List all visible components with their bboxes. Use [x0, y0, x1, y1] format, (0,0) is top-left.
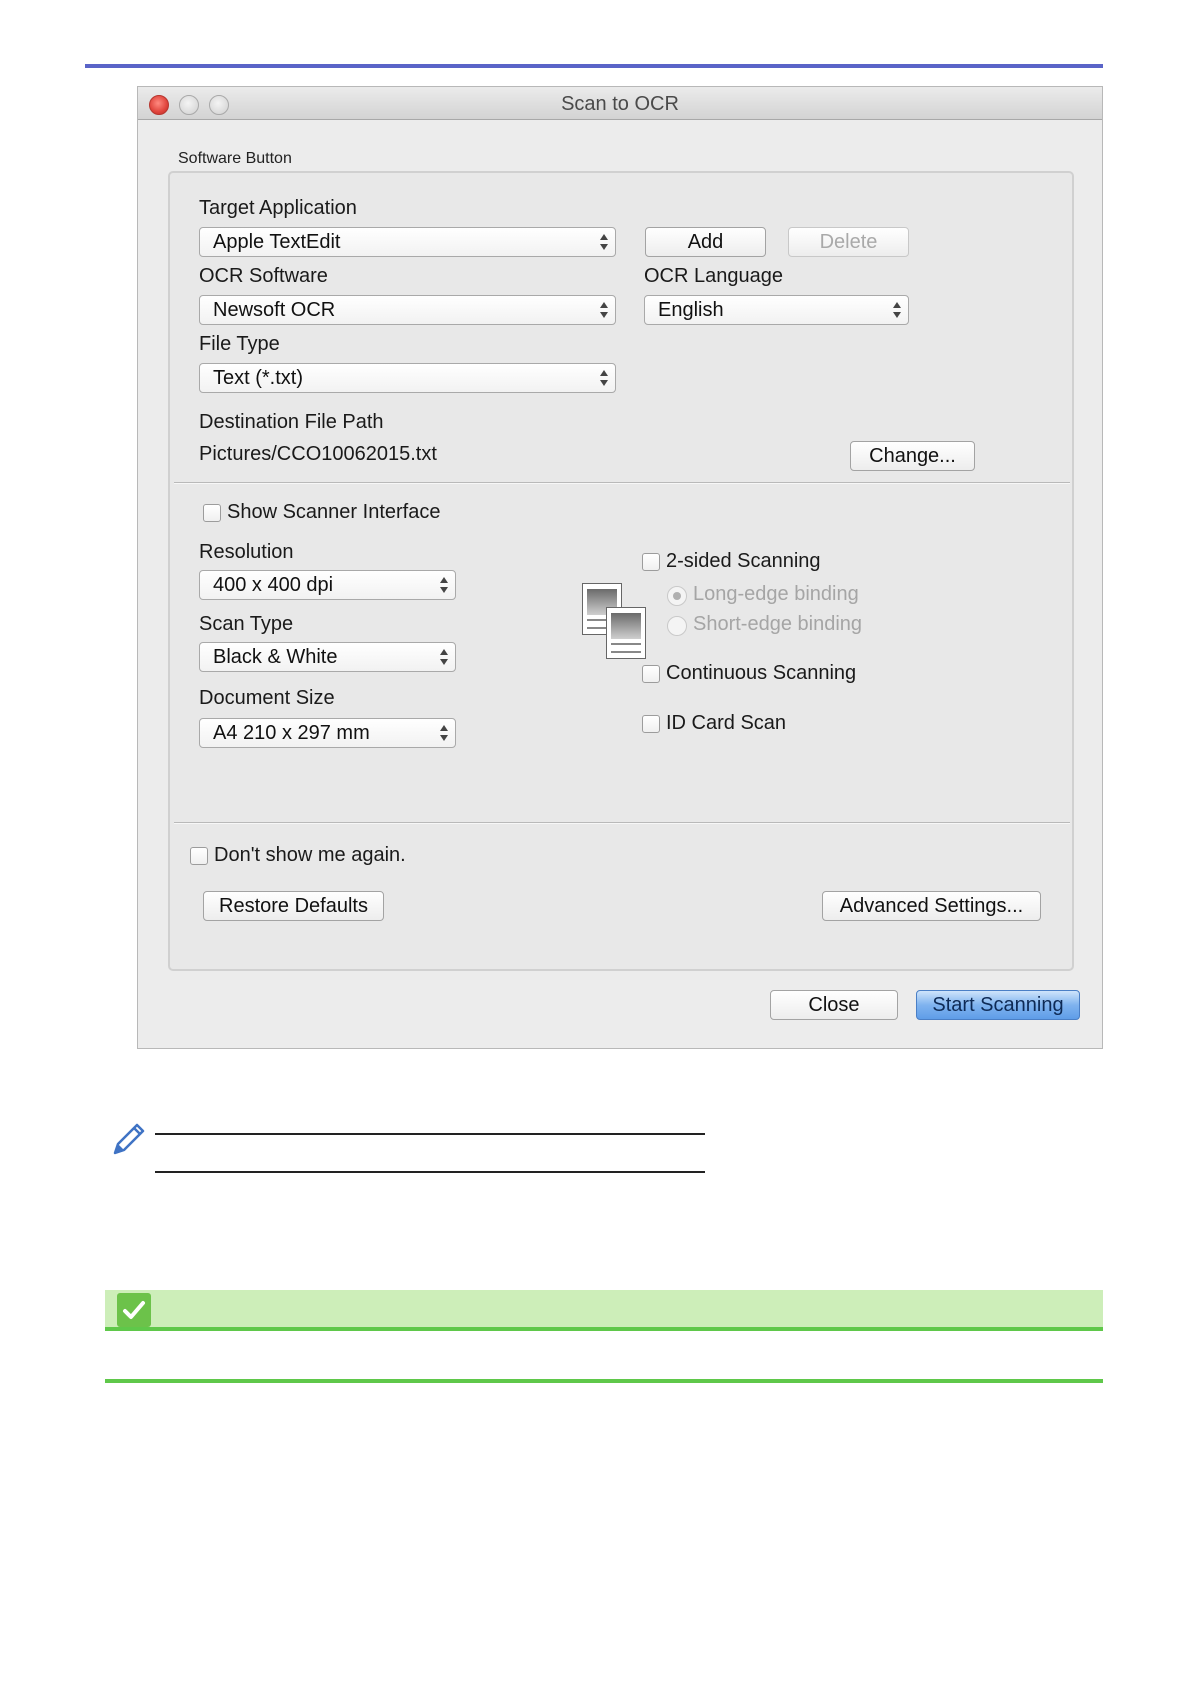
- checkmark-icon: [117, 1293, 151, 1327]
- note-top-rule: [155, 1133, 705, 1135]
- id-card-scan-checkbox[interactable]: [642, 715, 660, 733]
- dont-show-again-label: Don't show me again.: [214, 844, 406, 866]
- advanced-settings-button[interactable]: Advanced Settings...: [822, 891, 1041, 921]
- duplex-pages-icon: [582, 583, 648, 661]
- ocr-software-label: OCR Software: [199, 265, 328, 287]
- resolution-value: 400 x 400 dpi: [213, 574, 334, 596]
- software-button-group: Target Application Apple TextEdit Add De…: [168, 171, 1074, 971]
- target-application-value: Apple TextEdit: [213, 231, 341, 253]
- target-application-label: Target Application: [199, 197, 357, 219]
- select-arrows-icon: [893, 301, 901, 319]
- file-type-label: File Type: [199, 333, 280, 355]
- continuous-scanning-checkbox[interactable]: [642, 665, 660, 683]
- id-card-scan-label: ID Card Scan: [666, 712, 787, 734]
- short-edge-binding-label: Short-edge binding: [693, 613, 863, 635]
- ocr-language-select[interactable]: English: [644, 295, 909, 325]
- select-arrows-icon: [440, 576, 448, 594]
- resolution-select[interactable]: 400 x 400 dpi: [199, 570, 456, 600]
- resolution-label: Resolution: [199, 541, 294, 563]
- long-edge-binding-label: Long-edge binding: [693, 583, 859, 605]
- scan-type-label: Scan Type: [199, 613, 294, 635]
- dont-show-again-checkbox[interactable]: [190, 847, 208, 865]
- document-size-value: A4 210 x 297 mm: [213, 722, 370, 744]
- long-edge-binding-radio[interactable]: [667, 586, 687, 606]
- document-size-select[interactable]: A4 210 x 297 mm: [199, 718, 456, 748]
- note-bottom-rule: [155, 1171, 705, 1173]
- show-scanner-interface-label: Show Scanner Interface: [227, 501, 441, 523]
- title-bar: Scan to OCR: [138, 87, 1102, 120]
- scan-type-select[interactable]: Black & White: [199, 642, 456, 672]
- delete-button[interactable]: Delete: [788, 227, 909, 257]
- scan-type-value: Black & White: [213, 646, 338, 668]
- software-button-group-label: Software Button: [178, 150, 292, 167]
- document-size-label: Document Size: [199, 687, 335, 709]
- page-front-icon: [606, 607, 646, 659]
- show-scanner-interface-checkbox[interactable]: [203, 504, 221, 522]
- file-type-select[interactable]: Text (*.txt): [199, 363, 616, 393]
- separator: [174, 822, 1070, 824]
- destination-path-value: Pictures/CCO10062015.txt: [199, 443, 437, 465]
- add-button[interactable]: Add: [645, 227, 766, 257]
- related-information-bar: [105, 1290, 1103, 1331]
- ocr-software-value: Newsoft OCR: [213, 299, 336, 321]
- start-scanning-button[interactable]: Start Scanning: [916, 990, 1080, 1020]
- close-button[interactable]: Close: [770, 990, 898, 1020]
- ocr-language-value: English: [658, 299, 724, 321]
- window-title: Scan to OCR: [561, 93, 679, 115]
- related-bottom-rule: [105, 1379, 1103, 1383]
- destination-path-label: Destination File Path: [199, 411, 384, 433]
- select-arrows-icon: [600, 301, 608, 319]
- select-arrows-icon: [600, 233, 608, 251]
- pencil-icon: [113, 1123, 145, 1155]
- two-sided-scanning-checkbox[interactable]: [642, 553, 660, 571]
- ocr-language-label: OCR Language: [644, 265, 783, 287]
- select-arrows-icon: [600, 369, 608, 387]
- select-arrows-icon: [440, 724, 448, 742]
- two-sided-scanning-label: 2-sided Scanning: [666, 550, 821, 572]
- select-arrows-icon: [440, 648, 448, 666]
- file-type-value: Text (*.txt): [213, 367, 304, 389]
- scan-to-ocr-dialog: Scan to OCR Software Button Target Appli…: [137, 86, 1103, 1049]
- restore-defaults-button[interactable]: Restore Defaults: [203, 891, 384, 921]
- continuous-scanning-label: Continuous Scanning: [666, 662, 857, 684]
- change-button[interactable]: Change...: [850, 441, 975, 471]
- separator: [174, 482, 1070, 484]
- ocr-software-select[interactable]: Newsoft OCR: [199, 295, 616, 325]
- short-edge-binding-radio[interactable]: [667, 616, 687, 636]
- target-application-select[interactable]: Apple TextEdit: [199, 227, 616, 257]
- top-rule: [85, 64, 1103, 68]
